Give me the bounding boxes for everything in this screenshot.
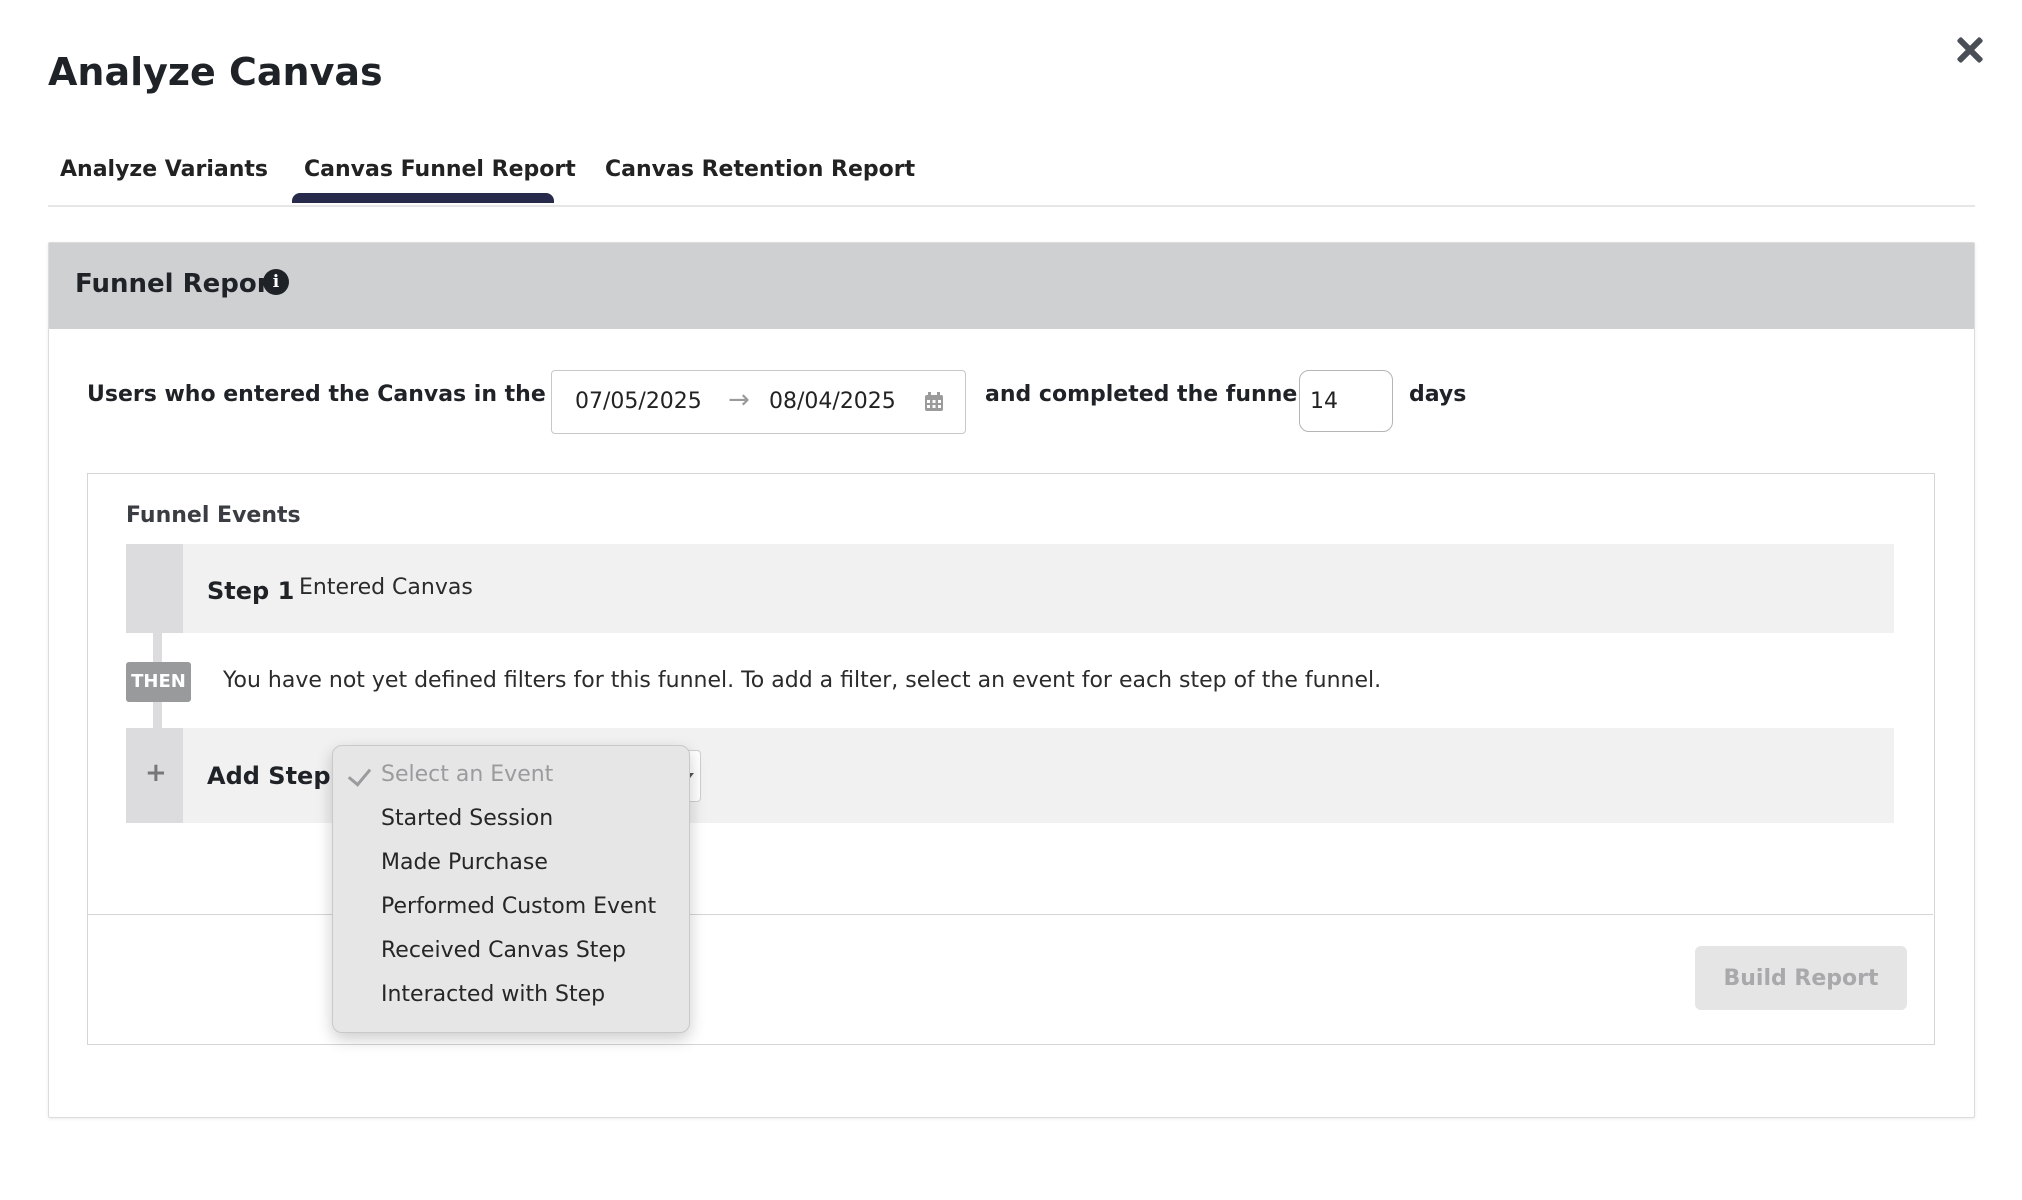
funnel-events-title: Funnel Events xyxy=(126,503,301,528)
entered-canvas-label: Users who entered the Canvas in the past xyxy=(87,382,608,407)
date-range-picker[interactable]: 07/05/2025 → 08/04/2025 xyxy=(551,370,966,434)
step-1-label: Step 1 xyxy=(207,577,295,605)
page-title: Analyze Canvas xyxy=(48,50,383,94)
active-tab-indicator xyxy=(292,193,554,203)
info-icon[interactable]: i xyxy=(263,269,289,295)
tab-canvas-retention-report[interactable]: Canvas Retention Report xyxy=(605,157,915,182)
days-input[interactable]: 14 xyxy=(1299,370,1393,432)
step-1-event: Entered Canvas xyxy=(299,575,473,600)
tab-analyze-variants[interactable]: Analyze Variants xyxy=(60,157,268,182)
end-date[interactable]: 08/04/2025 xyxy=(769,389,896,414)
arrow-right-icon: → xyxy=(728,385,750,415)
tab-canvas-funnel-report[interactable]: Canvas Funnel Report xyxy=(304,157,576,182)
checkmark-icon xyxy=(347,762,372,787)
calendar-icon[interactable] xyxy=(924,392,944,412)
dropdown-option-made-purchase[interactable]: Made Purchase xyxy=(381,850,548,875)
days-label: days xyxy=(1409,382,1467,407)
close-icon[interactable] xyxy=(1950,30,1990,70)
dropdown-option-interacted-with-step[interactable]: Interacted with Step xyxy=(381,982,605,1007)
tab-bar: Analyze Variants Canvas Funnel Report Ca… xyxy=(48,145,1975,207)
dropdown-option-performed-custom-event[interactable]: Performed Custom Event xyxy=(381,894,656,919)
card-title: Funnel Report xyxy=(75,269,282,299)
dropdown-option-select-an-event[interactable]: Select an Event xyxy=(381,762,553,787)
dropdown-option-received-canvas-step[interactable]: Received Canvas Step xyxy=(381,938,626,963)
completed-funnel-label: and completed the funnel in xyxy=(985,382,1336,407)
plus-icon[interactable]: + xyxy=(145,758,167,788)
build-report-button[interactable]: Build Report xyxy=(1695,946,1907,1010)
then-badge: THEN xyxy=(126,662,191,702)
event-dropdown-menu: Select an Event Started Session Made Pur… xyxy=(332,745,690,1033)
card-header: Funnel Report i xyxy=(49,243,1974,329)
start-date[interactable]: 07/05/2025 xyxy=(575,389,702,414)
funnel-hint-text: You have not yet defined filters for thi… xyxy=(223,668,1382,693)
add-step-label: Add Step xyxy=(207,762,331,790)
dropdown-option-started-session[interactable]: Started Session xyxy=(381,806,553,831)
step-1-handle xyxy=(126,544,183,633)
